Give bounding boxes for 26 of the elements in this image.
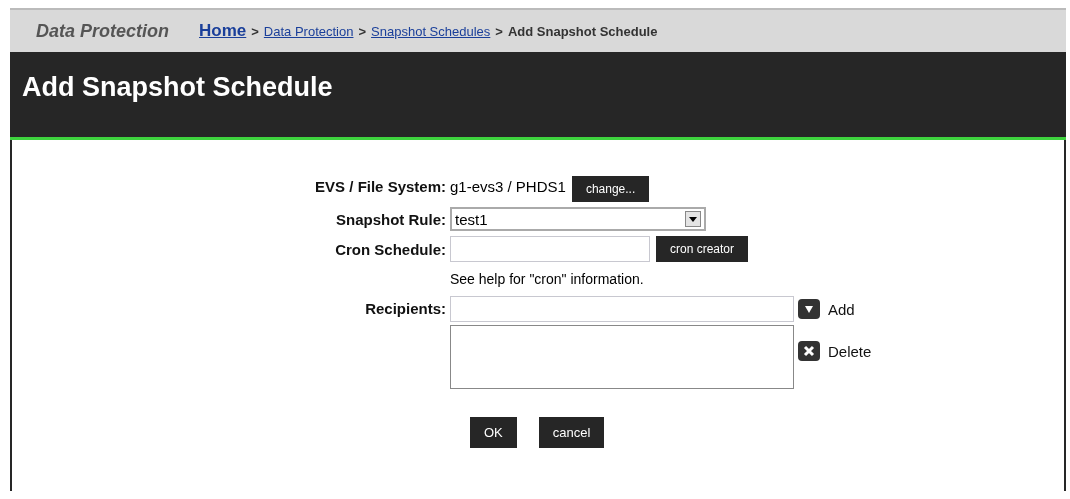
field-label: EVS / File System: (314, 177, 446, 195)
breadcrumb-separator: > (495, 24, 503, 39)
close-icon (798, 341, 820, 361)
breadcrumb-current: Add Snapshot Schedule (507, 24, 658, 39)
field-label: Snapshot Rule: (335, 210, 446, 228)
section-title: Data Protection (36, 20, 170, 42)
help-text: See help for "cron" information. (450, 270, 645, 289)
evs-value: g1-evs3 / PHDS1 (450, 177, 566, 195)
cron-schedule-field[interactable] (450, 236, 650, 262)
field-label: Cron Schedule: (334, 240, 446, 258)
form-button[interactable]: cancel (538, 417, 605, 448)
breadcrumb-link[interactable]: Snapshot Schedules (371, 24, 491, 39)
breadcrumb-separator: > (251, 24, 259, 39)
delete-button[interactable]: Delete (798, 341, 872, 361)
recipient-field[interactable] (450, 296, 794, 322)
breadcrumb-separator: > (358, 24, 367, 39)
change-button[interactable]: change... (571, 176, 650, 202)
breadcrumb-link[interactable]: Home (199, 21, 247, 41)
breadcrumb-link[interactable]: Data Protection (263, 24, 354, 39)
field-label: Recipients: (364, 299, 446, 317)
form-button[interactable]: OK (470, 417, 517, 448)
page-title: Add Snapshot Schedule (22, 72, 334, 103)
add-button[interactable]: Add (798, 299, 872, 319)
cron-creator-button[interactable]: cron creator (656, 236, 749, 262)
snapshot-rule-dropdown[interactable]: test1 (450, 207, 706, 231)
recipients-list[interactable] (450, 325, 794, 389)
